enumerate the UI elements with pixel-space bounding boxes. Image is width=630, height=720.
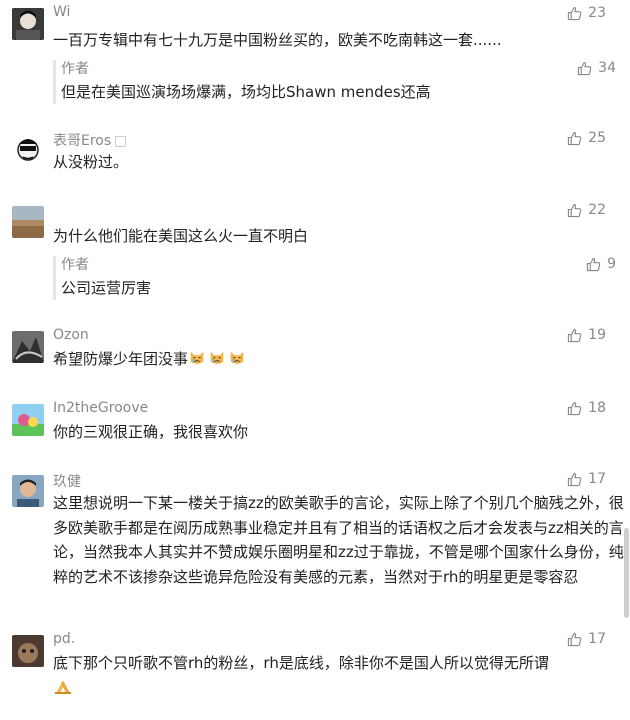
thumbs-up-icon (586, 257, 601, 272)
like-count: 22 (588, 202, 606, 218)
like-button[interactable]: 34 (577, 60, 616, 76)
author-reply: 作者 但是在美国巡演场场爆满，场均比Shawn mendes还高 34 (53, 60, 616, 104)
comment-text: 底下那个只听歌不管rh的粉丝，rh是底线，除非你不是国人所以觉得无所谓 (53, 654, 549, 672)
reply-username[interactable]: 作者 (61, 60, 616, 78)
verified-icon (115, 135, 127, 147)
avatar[interactable] (12, 8, 44, 40)
thumbs-up-icon (567, 203, 582, 218)
like-button[interactable]: 17 (567, 471, 606, 487)
like-count: 25 (588, 130, 606, 146)
thumbs-up-icon (567, 328, 582, 343)
reply-text: 公司运营厉害 (61, 279, 152, 297)
like-button[interactable]: 23 (567, 5, 606, 21)
like-count: 19 (588, 327, 606, 343)
like-count: 34 (598, 60, 616, 76)
thumbs-up-icon (577, 61, 592, 76)
comment-username[interactable]: In2theGroove (53, 400, 148, 416)
praying-hands-emoji-icon (53, 677, 73, 699)
reply-text: 但是在美国巡演场场爆满，场均比Shawn mendes还高 (61, 83, 431, 101)
like-count: 9 (607, 256, 616, 272)
comment-text: 希望防爆少年团没事 (53, 347, 248, 371)
avatar[interactable] (12, 134, 44, 166)
thumbs-up-icon (567, 131, 582, 146)
reply-username[interactable]: 作者 (61, 256, 616, 274)
comment-text: 你的三观很正确，我很喜欢你 (53, 423, 249, 441)
like-button[interactable]: 22 (567, 202, 606, 218)
thumbs-up-icon (567, 401, 582, 416)
avatar[interactable] (12, 635, 44, 667)
like-button[interactable]: 25 (567, 130, 606, 146)
thumbs-up-icon (567, 632, 582, 647)
comment-text: 为什么他们能在美国这么火一直不明白 (53, 227, 309, 245)
thumbs-up-icon (567, 6, 582, 21)
like-count: 18 (588, 400, 606, 416)
like-button[interactable]: 18 (567, 400, 606, 416)
avatar[interactable] (12, 206, 44, 238)
avatar[interactable] (12, 475, 44, 507)
comment-username[interactable]: 玖健 (53, 471, 81, 491)
avatar[interactable] (12, 404, 44, 436)
like-button[interactable]: 17 (567, 631, 606, 647)
comment-text: 从没粉过。 (53, 153, 129, 171)
thumbs-up-icon (567, 472, 582, 487)
like-count: 17 (588, 631, 606, 647)
crying-cat-emoji-icon (188, 350, 248, 368)
author-reply: 作者 公司运营厉害 9 (53, 256, 616, 300)
like-count: 23 (588, 5, 606, 21)
scrollbar[interactable] (624, 528, 629, 618)
like-button[interactable]: 19 (567, 327, 606, 343)
comment-username[interactable]: Wi (53, 4, 70, 20)
comment-text: 这里想说明一下某一楼关于搞zz的欧美歌手的言论，实际上除了个别几个脑残之外，很多… (53, 494, 624, 586)
avatar[interactable] (12, 331, 44, 363)
comment-username[interactable]: pd. (53, 631, 75, 647)
comment-text-body: 希望防爆少年团没事 (53, 350, 189, 368)
like-count: 17 (588, 471, 606, 487)
like-button[interactable]: 9 (586, 256, 616, 272)
comment-text: 一百万专辑中有七十九万是中国粉丝买的，欧美不吃南韩这一套...... (53, 31, 502, 49)
comment-username[interactable]: 表哥Eros (53, 130, 127, 150)
comment-username[interactable]: Ozon (53, 327, 89, 343)
